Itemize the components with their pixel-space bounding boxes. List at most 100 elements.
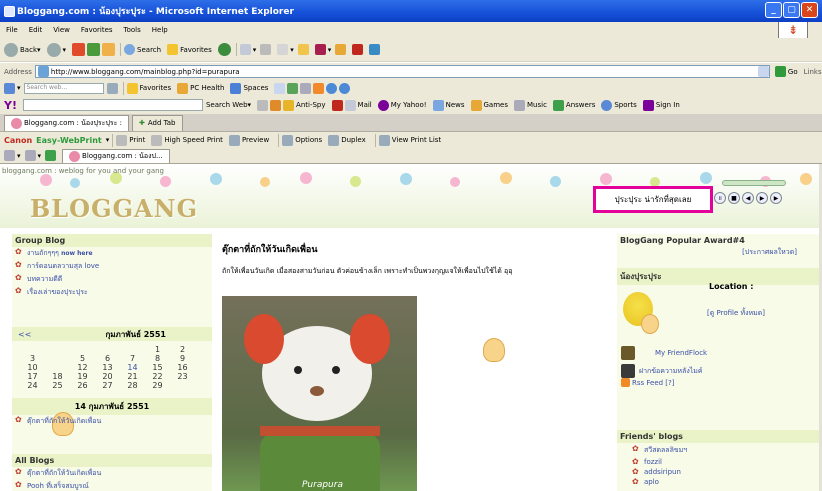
maximize-button[interactable]: ▢ <box>783 2 800 18</box>
msn-icon[interactable] <box>4 82 15 94</box>
tab-bloggang-2[interactable]: Bloggang.com : น้องป... <box>62 148 170 163</box>
menu-file[interactable]: File <box>6 26 18 34</box>
photo-watermark: Purapura <box>302 480 343 490</box>
tools-icon[interactable] <box>369 44 381 55</box>
people-icon[interactable] <box>287 82 299 94</box>
web-search-input[interactable]: Search web... <box>23 82 104 94</box>
group-link[interactable]: บทความดีดี <box>12 273 212 286</box>
play-icon[interactable]: ▶ <box>756 192 768 204</box>
search-button[interactable]: Search <box>124 44 161 55</box>
duplex-button[interactable]: Duplex <box>328 134 366 146</box>
news-button[interactable]: News <box>432 99 465 111</box>
close-button[interactable]: ✕ <box>801 2 818 18</box>
sign-in-button[interactable]: Sign In <box>642 99 680 111</box>
yahoo-search-input[interactable] <box>22 99 203 111</box>
rss-feed-link[interactable]: Rss Feed [?] <box>621 378 675 387</box>
search-go-icon[interactable] <box>106 82 118 94</box>
canon-print-button[interactable]: Print <box>116 134 145 146</box>
next-icon[interactable]: ▶ <box>770 192 782 204</box>
go-button[interactable]: Go <box>774 66 798 77</box>
preview-button[interactable]: Preview <box>228 134 269 146</box>
bloggang-logo[interactable]: BLOGGANG <box>30 194 198 223</box>
mail-icon[interactable] <box>239 44 251 55</box>
pencil-icon[interactable] <box>257 99 269 111</box>
prev-icon[interactable]: ◀ <box>742 192 754 204</box>
menu-help[interactable]: Help <box>152 26 168 34</box>
friend-link[interactable]: fozzil <box>629 457 687 467</box>
add-tab-button[interactable]: ✚ Add Tab <box>132 114 183 131</box>
calendar-prev-button[interactable]: << <box>18 330 31 339</box>
pause-icon[interactable]: ॥ <box>714 192 726 204</box>
minimize-button[interactable]: _ <box>765 2 782 18</box>
forward-button[interactable]: ▾ <box>46 42 66 57</box>
group-link[interactable]: งานถักๆๆๆ now here <box>12 247 212 260</box>
home-icon[interactable] <box>102 43 116 56</box>
menu-view[interactable]: View <box>53 26 70 34</box>
menu-edit[interactable]: Edit <box>29 26 43 34</box>
friendflock-link[interactable]: My FriendFlock <box>621 346 707 360</box>
shield-icon[interactable] <box>331 99 343 111</box>
volume-slider[interactable] <box>722 180 786 186</box>
friend-link[interactable]: addsiripun <box>629 467 687 477</box>
profile-link[interactable]: [ดู Profile ทั้งหมด] <box>707 308 765 319</box>
search-web-button[interactable]: Search Web ▾ <box>206 101 251 109</box>
favorites-link[interactable]: Favorites <box>126 82 171 94</box>
print-icon[interactable] <box>260 44 272 55</box>
stop-icon[interactable]: ■ <box>728 192 740 204</box>
menu-favorites[interactable]: Favorites <box>81 26 113 34</box>
friend-link[interactable]: สวีสดลลลิขมฯ <box>629 444 687 457</box>
pc-health-link[interactable]: PC Health <box>177 82 224 94</box>
help-icon[interactable] <box>339 82 351 94</box>
all-blog-link[interactable]: Pooh ที่เสร็จสมบูรณ์ <box>12 480 212 491</box>
quick-tabs-icon[interactable] <box>4 150 15 161</box>
bookmark-icon[interactable] <box>270 99 282 111</box>
yahoo-logo[interactable]: Y! <box>4 99 17 112</box>
red-book-icon[interactable] <box>352 44 364 55</box>
music-icon <box>514 99 525 111</box>
group-link[interactable]: การ์ดอนดลวามสุล love <box>12 260 212 273</box>
my-yahoo-button[interactable]: My Yahoo! <box>377 99 427 111</box>
guestbook-link[interactable]: ฝากข้อความหลังไมค์ <box>621 364 703 378</box>
mail-icon[interactable] <box>274 82 286 94</box>
address-input[interactable]: http://www.bloggang.com/mainblog.php?id=… <box>34 65 770 78</box>
calendar-icon[interactable] <box>300 82 312 94</box>
games-button[interactable]: Games <box>470 99 508 111</box>
mail-button[interactable]: Mail <box>344 99 372 111</box>
high-speed-print-button[interactable]: High Speed Print <box>151 134 223 146</box>
stop-icon[interactable] <box>72 43 86 56</box>
selected-date: 14 กุมภาพันธ์ 2551 <box>12 398 212 415</box>
edit-icon[interactable] <box>277 44 289 55</box>
calendar-day-14[interactable]: 14 <box>120 363 145 372</box>
globe-icon[interactable] <box>326 82 338 94</box>
address-dropdown-icon[interactable] <box>757 66 769 77</box>
answers-button[interactable]: Answers <box>552 99 595 111</box>
group-link[interactable]: เรื่องเล่าของปุระปุระ <box>12 286 212 299</box>
menu-tools[interactable]: Tools <box>124 26 141 34</box>
easy-webprint-button[interactable]: Easy-WebPrint <box>36 136 102 145</box>
links-label[interactable]: Links <box>804 68 822 76</box>
date-post-link[interactable]: ตุ๊กตาที่ถักให้วันเกิดเพื่อน <box>12 415 212 428</box>
favorites-button[interactable]: Favorites <box>167 44 212 55</box>
all-blog-link[interactable]: ตุ๊กตาที่ถักให้วันเกิดเพื่อน <box>12 467 212 480</box>
friend-link[interactable]: aplo <box>629 477 687 487</box>
folder-icon[interactable] <box>297 44 309 55</box>
tab-bloggang[interactable]: Bloggang.com : น้องปุระปุระ : <box>4 114 129 131</box>
messenger-icon[interactable] <box>314 44 326 55</box>
new-tab-icon[interactable] <box>45 150 57 161</box>
canon-toolbar: Canon Easy-WebPrint ▾ Print High Speed Pr… <box>0 132 822 148</box>
tab-list-icon[interactable] <box>24 150 36 161</box>
music-button[interactable]: Music <box>514 99 547 111</box>
options-button[interactable]: Options <box>282 134 322 146</box>
sports-button[interactable]: Sports <box>601 99 637 111</box>
spaces-link[interactable]: Spaces <box>230 82 268 94</box>
blog-tagline[interactable]: bloggang.com : weblog for you and your g… <box>2 167 164 175</box>
back-button[interactable]: Back ▾ <box>4 42 41 57</box>
refresh-icon[interactable] <box>87 43 101 56</box>
history-icon[interactable] <box>217 43 231 56</box>
research-icon[interactable] <box>335 44 347 55</box>
view-print-list-button[interactable]: View Print List <box>378 134 441 146</box>
anti-spy-button[interactable]: Anti-Spy <box>283 99 326 111</box>
address-bar: Address http://www.bloggang.com/mainblog… <box>0 63 822 80</box>
butterfly-icon[interactable] <box>313 82 325 94</box>
award-link[interactable]: [ประกาศผลใหวด] <box>617 247 819 258</box>
